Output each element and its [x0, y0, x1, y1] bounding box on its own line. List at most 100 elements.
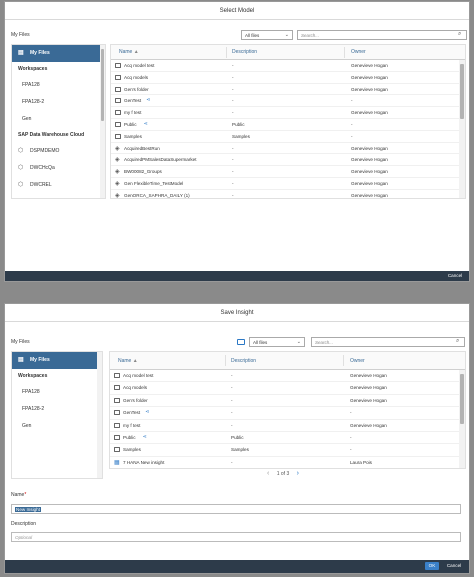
- row-description: -: [231, 397, 233, 403]
- shared-icon: ⋖: [143, 120, 148, 127]
- row-description: -: [231, 459, 233, 465]
- table-row[interactable]: my f test - Genevieve Hogan: [111, 107, 465, 119]
- sidebar-item-label: DWCREL: [30, 182, 52, 188]
- file-filter-select[interactable]: All files ⌄: [249, 337, 305, 347]
- cancel-button[interactable]: Cancel: [443, 562, 465, 570]
- row-description: -: [232, 169, 234, 175]
- sidebar-item-fpa128[interactable]: FPA128: [12, 77, 105, 94]
- sidebar-scrollbar[interactable]: [97, 352, 102, 478]
- table-row[interactable]: Gen's folder - Genevieve Hogan: [110, 395, 465, 408]
- search-input[interactable]: Search... ⌕: [297, 30, 467, 40]
- select-model-dialog: Select Model My Files All files ⌄ Search…: [4, 1, 470, 282]
- sidebar-item-label: DSPMDEMO: [30, 148, 60, 154]
- sort-ascending-icon: ▲: [132, 358, 138, 364]
- row-name: Samples: [124, 133, 142, 139]
- sidebar-section-heading: Workspaces: [18, 66, 48, 72]
- sidebar-item-fpa128-2[interactable]: FPA128-2: [12, 401, 102, 418]
- file-filter-select[interactable]: All files ⌄: [241, 30, 293, 40]
- sidebar-item-gen[interactable]: Gen: [12, 111, 105, 128]
- table-row[interactable]: Samples Samples -: [110, 444, 465, 457]
- row-owner: Genevieve Hogan: [351, 192, 388, 198]
- next-page-icon[interactable]: ›: [297, 470, 299, 477]
- cancel-button[interactable]: Cancel: [445, 272, 465, 280]
- description-input[interactable]: Optional: [11, 532, 461, 542]
- sort-ascending-icon: ▲: [133, 49, 139, 55]
- name-input[interactable]: New Insight: [11, 504, 461, 514]
- column-header-name[interactable]: Name ▲: [118, 358, 138, 364]
- table-row[interactable]: ◈ BW00082_Groups - Genevieve Hogan: [111, 166, 465, 178]
- table-row[interactable]: Acq model test - Genevieve Hogan: [111, 60, 465, 72]
- row-description: -: [231, 385, 233, 391]
- search-input[interactable]: Search... ⌕: [311, 337, 465, 347]
- column-header-owner[interactable]: Owner: [351, 49, 366, 55]
- grid-scrollbar[interactable]: [459, 60, 465, 198]
- sidebar-item-my-files[interactable]: ▤ My Files: [12, 352, 102, 369]
- table-row[interactable]: ◈ AcquiredBestRun - Genevieve Hogan: [111, 143, 465, 155]
- model-icon: ◈: [115, 145, 120, 152]
- sidebar-item-label: DWCHcQa: [30, 165, 55, 171]
- sidebar-scrollbar[interactable]: [100, 45, 105, 198]
- sidebar-item-fpa128-2[interactable]: FPA128-2: [12, 94, 105, 111]
- space-icon: ⬡: [18, 165, 24, 171]
- folder-icon: [115, 133, 121, 139]
- my-files-icon: ▤: [18, 357, 24, 363]
- row-name: GenORCA_SAPHRA_DAILY (1): [124, 192, 190, 198]
- sidebar-item-dwchcqa[interactable]: ⬡ DWCHcQa: [12, 160, 105, 177]
- row-name: GenTest: [123, 410, 141, 416]
- table-row[interactable]: GenTest ⋖ - -: [110, 407, 465, 420]
- file-grid: Name ▲ Description Owner Acq model test -…: [109, 351, 466, 469]
- shared-icon: ⋖: [142, 433, 147, 440]
- dialog-title: Save Insight: [5, 304, 469, 322]
- row-name: Gen's folder: [123, 397, 148, 403]
- sidebar-item-label: FPA128: [22, 389, 40, 395]
- ok-button[interactable]: OK: [425, 562, 439, 570]
- table-row[interactable]: GenTest ⋖ - -: [111, 95, 465, 108]
- column-header-name[interactable]: Name ▲: [119, 49, 139, 55]
- folder-icon: [114, 410, 120, 416]
- row-description: -: [232, 98, 234, 104]
- row-description: -: [232, 110, 234, 116]
- column-header-description[interactable]: Description: [232, 49, 257, 55]
- previous-page-icon[interactable]: ‹: [267, 470, 269, 477]
- sidebar-item-dspmdemo[interactable]: ⬡ DSPMDEMO: [12, 143, 105, 160]
- folder-icon: [114, 447, 120, 453]
- row-name: Acq model test: [123, 373, 154, 378]
- row-owner: -: [351, 133, 353, 139]
- table-row[interactable]: Gen's folder - Genevieve Hogan: [111, 84, 465, 96]
- table-row[interactable]: Public ⋖ Public -: [111, 119, 465, 131]
- new-folder-icon[interactable]: [237, 339, 245, 345]
- toolbar: My Files All files ⌄ Search... ⌕: [5, 28, 469, 42]
- row-owner: Genevieve Hogan: [351, 145, 388, 151]
- table-row[interactable]: ◈ Gen FlexibleTime_TestModel - Genevieve Ho…: [111, 178, 465, 190]
- grid-scrollbar[interactable]: [459, 370, 465, 468]
- row-owner: Genevieve Hogan: [350, 397, 387, 403]
- dialog-footer: OK Cancel: [5, 560, 469, 573]
- sidebar-item-dwcrel[interactable]: ⬡ DWCREL: [12, 177, 105, 194]
- table-row[interactable]: my f test - Genevieve Hogan: [110, 420, 465, 432]
- table-row[interactable]: ▦ 7 HANA New insight - Laura Pois: [110, 457, 465, 468]
- sidebar-item-fpa128[interactable]: FPA128: [12, 384, 102, 401]
- row-name: 7 HANA New insight: [123, 459, 165, 465]
- table-row[interactable]: Public ⋖ Public -: [110, 432, 465, 445]
- table-row[interactable]: Acq models - Genevieve Hogan: [111, 72, 465, 84]
- chevron-down-icon: ⌄: [296, 339, 301, 345]
- name-label: Name*: [11, 492, 27, 498]
- row-name: BW00082_Groups: [124, 169, 162, 175]
- column-header-owner[interactable]: Owner: [350, 358, 365, 364]
- table-row[interactable]: Samples Samples -: [111, 131, 465, 143]
- column-header-description[interactable]: Description: [231, 358, 256, 364]
- sidebar-item-gen[interactable]: Gen: [12, 418, 102, 435]
- shared-icon: ⋖: [146, 97, 151, 104]
- sidebar-item-my-files[interactable]: ▤ My Files: [12, 45, 105, 62]
- row-name: Public: [123, 434, 136, 440]
- sidebar-item-label: FPA128-2: [22, 99, 45, 105]
- table-row[interactable]: ◈ AcquiredPMSalesDataSupermarket - Geneviev…: [111, 154, 465, 167]
- row-description: Public: [231, 434, 244, 440]
- table-row[interactable]: Acq models - Genevieve Hogan: [110, 382, 465, 395]
- grid-header: Name ▲ Description Owner: [110, 352, 465, 370]
- row-description: -: [232, 180, 234, 186]
- row-description: -: [231, 373, 233, 378]
- table-row[interactable]: Acq model test - Genevieve Hogan: [110, 370, 465, 383]
- table-row[interactable]: ◈ GenORCA_SAPHRA_DAILY (1) - Genevieve Hoga…: [111, 190, 465, 198]
- sidebar-item-label: My Files: [30, 50, 50, 56]
